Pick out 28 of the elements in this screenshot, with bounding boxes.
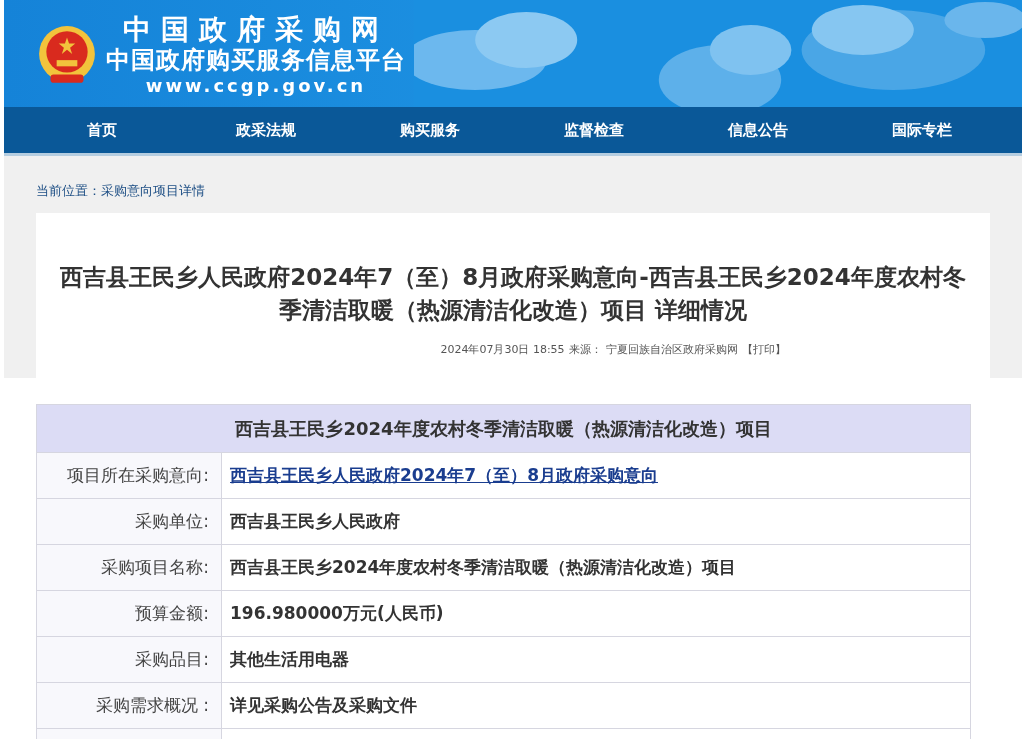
nav-link[interactable]: 监督检查 xyxy=(512,107,676,153)
breadcrumb-link[interactable]: 采购意向项目详情 xyxy=(101,183,205,198)
nav-link[interactable]: 国际专栏 xyxy=(840,107,1004,153)
field-label: 预算金额: xyxy=(36,590,222,637)
field-label: 采购品目: xyxy=(36,636,222,683)
site-url: www.ccgp.gov.cn xyxy=(145,74,367,98)
source-name: 宁夏回族自治区政府采购网 xyxy=(605,342,738,357)
field-value: 其他生活用电器 xyxy=(221,636,971,683)
field-value: 196.980000万元(人民币) xyxy=(221,590,971,637)
field-label: 采购单位: xyxy=(36,498,222,545)
field-label: 项目所在采购意向: xyxy=(36,452,222,499)
article-title: 西吉县王民乡人民政府2024年7（至）8月政府采购意向-西吉县王民乡2024年度农村冬季清洁取暖（热源清洁化改造）项目 详细情况 xyxy=(59,263,967,325)
field-label: 采购项目名称: xyxy=(36,544,222,591)
publish-date: 2024年07月30日 18:55 xyxy=(440,342,565,357)
nav-link[interactable]: 购买服务 xyxy=(348,107,512,153)
breadcrumb-label: 当前位置： xyxy=(36,183,101,198)
source-label: 来源： xyxy=(568,342,602,357)
field-value: 详见采购公告及采购文件 xyxy=(221,682,971,729)
site-name: 中国政府采购网 xyxy=(123,14,389,46)
nav-link[interactable]: 首页 xyxy=(20,107,184,153)
field-label: 采购需求概况 : xyxy=(36,682,222,729)
print-link[interactable]: 【打印】 xyxy=(741,342,786,357)
field-value: 西吉县王民乡人民政府 xyxy=(221,498,971,545)
nav-link[interactable]: 信息公告 xyxy=(676,107,840,153)
table-caption: 西吉县王民乡2024年度农村冬季清洁取暖（热源清洁化改造）项目 xyxy=(36,404,971,453)
nav-link[interactable]: 政采法规 xyxy=(184,107,348,153)
field-value: 西吉县王民乡2024年度农村冬季清洁取暖（热源清洁化改造）项目 xyxy=(221,544,971,591)
site-subtitle: 中国政府购买服务信息平台 xyxy=(106,46,406,74)
